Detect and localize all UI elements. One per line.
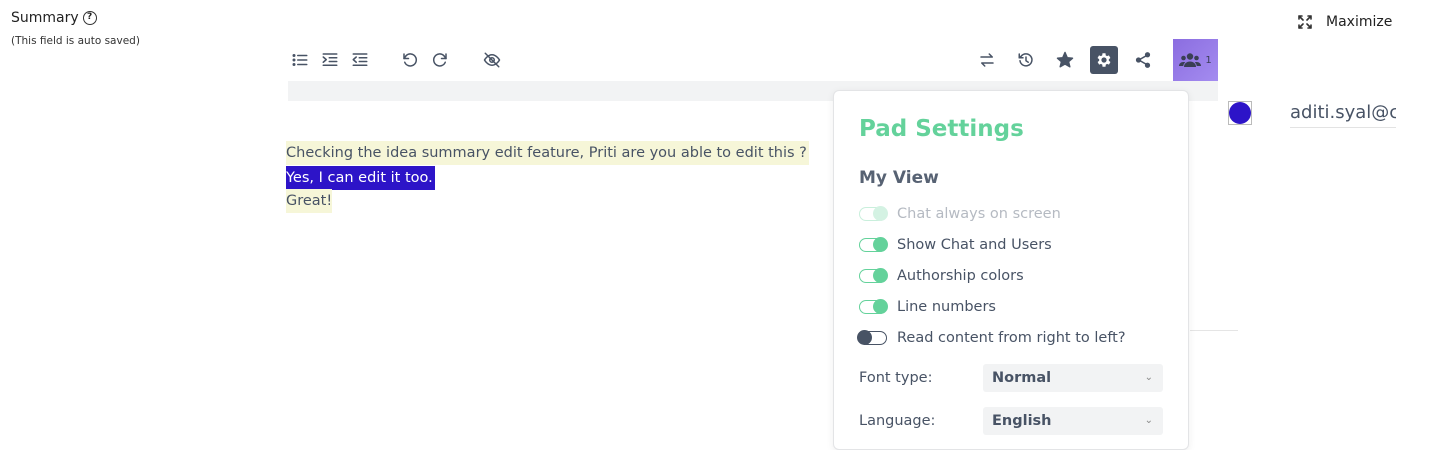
language-label: Language: bbox=[859, 413, 936, 429]
option-rtl[interactable]: Read content from right to left? bbox=[857, 330, 1126, 346]
star-icon bbox=[1056, 51, 1074, 68]
history-icon bbox=[1018, 53, 1033, 67]
option-authorship-colors[interactable]: Authorship colors bbox=[859, 268, 1024, 284]
option-label: Read content from right to left? bbox=[897, 330, 1126, 346]
editor-line[interactable]: Yes, I can edit it too. bbox=[286, 166, 435, 190]
divider bbox=[1190, 330, 1238, 331]
editor-line[interactable]: Great! bbox=[286, 189, 333, 213]
hide-authorship-button[interactable] bbox=[480, 48, 504, 72]
user-color-swatch[interactable] bbox=[1228, 101, 1252, 125]
maximize-label: Maximize bbox=[1326, 14, 1393, 30]
font-type-select[interactable]: Normal ⌄ bbox=[983, 364, 1163, 392]
editor-line[interactable]: Checking the idea summary edit feature, … bbox=[286, 141, 809, 165]
share-icon bbox=[1135, 52, 1151, 68]
star-button[interactable] bbox=[1053, 48, 1077, 72]
toggle-switch[interactable] bbox=[859, 268, 888, 283]
option-chat-always-on-screen[interactable]: Chat always on screen bbox=[859, 206, 1061, 222]
timeslider-button[interactable] bbox=[1014, 48, 1038, 72]
option-show-chat-and-users[interactable]: Show Chat and Users bbox=[859, 237, 1052, 253]
undo-button[interactable] bbox=[398, 48, 422, 72]
toggle-switch[interactable] bbox=[859, 206, 888, 221]
import-export-button[interactable] bbox=[975, 48, 999, 72]
maximize-button[interactable]: Maximize bbox=[1298, 14, 1392, 30]
option-line-numbers[interactable]: Line numbers bbox=[859, 299, 996, 315]
users-icon bbox=[1179, 53, 1202, 67]
toggle-switch[interactable] bbox=[859, 299, 888, 314]
indent-icon bbox=[322, 53, 338, 66]
font-type-label: Font type: bbox=[859, 370, 933, 386]
eye-slash-icon bbox=[483, 52, 501, 68]
pad-settings-title: Pad Settings bbox=[859, 116, 1024, 142]
unordered-list-icon bbox=[292, 54, 308, 66]
help-icon[interactable]: ? bbox=[82, 11, 97, 25]
user-color-dot bbox=[1229, 102, 1251, 124]
font-type-value: Normal bbox=[992, 370, 1052, 386]
summary-title: Summary bbox=[11, 10, 79, 26]
outdent-icon bbox=[352, 53, 368, 66]
user-name-field[interactable]: aditi.syal@c bbox=[1290, 98, 1396, 128]
gear-icon bbox=[1097, 53, 1111, 67]
maximize-icon bbox=[1298, 15, 1312, 29]
language-select[interactable]: English ⌄ bbox=[983, 407, 1163, 435]
import-export-icon bbox=[980, 53, 994, 67]
undo-icon bbox=[403, 53, 418, 67]
summary-label: Summary ? bbox=[11, 10, 97, 26]
redo-button[interactable] bbox=[428, 48, 452, 72]
outdent-button[interactable] bbox=[348, 48, 372, 72]
autosave-note: (This field is auto saved) bbox=[11, 35, 140, 47]
option-label: Chat always on screen bbox=[897, 206, 1061, 222]
option-label: Authorship colors bbox=[897, 268, 1024, 284]
redo-icon bbox=[432, 53, 447, 67]
chevron-down-icon: ⌄ bbox=[1144, 415, 1153, 426]
users-button[interactable]: 1 bbox=[1173, 39, 1218, 81]
chevron-down-icon: ⌄ bbox=[1144, 372, 1153, 383]
unordered-list-button[interactable] bbox=[288, 48, 312, 72]
my-view-heading: My View bbox=[859, 168, 939, 188]
indent-button[interactable] bbox=[318, 48, 342, 72]
toggle-switch[interactable] bbox=[859, 237, 888, 252]
language-value: English bbox=[992, 413, 1052, 429]
settings-button[interactable] bbox=[1090, 46, 1118, 74]
user-count: 1 bbox=[1205, 54, 1212, 66]
share-button[interactable] bbox=[1131, 48, 1155, 72]
option-label: Show Chat and Users bbox=[897, 237, 1052, 253]
toggle-switch[interactable] bbox=[857, 330, 887, 345]
option-label: Line numbers bbox=[897, 299, 996, 315]
